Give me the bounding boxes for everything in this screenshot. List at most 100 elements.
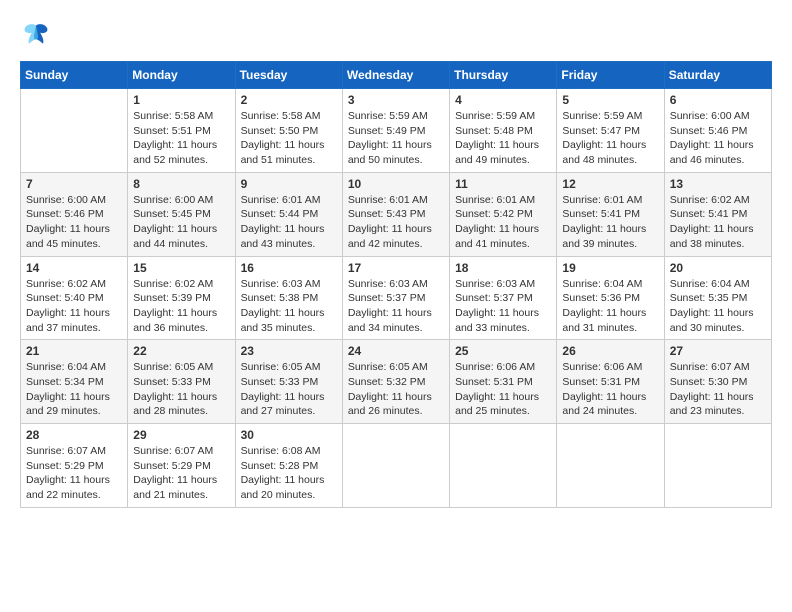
day-info: Sunrise: 6:01 AM Sunset: 5:41 PM Dayligh… [562,193,658,252]
day-number: 4 [455,93,551,107]
calendar-cell: 7 Sunrise: 6:00 AM Sunset: 5:46 PM Daylig… [21,172,128,256]
day-number: 2 [241,93,337,107]
calendar-cell: 29Sunrise: 6:07 AM Sunset: 5:29 PM Dayli… [128,424,235,508]
day-info: Sunrise: 6:01 AM Sunset: 5:43 PM Dayligh… [348,193,444,252]
calendar-cell: 14 Sunrise: 6:02 AM Sunset: 5:40 PM Dayli… [21,256,128,340]
calendar-table: SundayMondayTuesdayWednesdayThursdayFrid… [20,61,772,508]
day-number: 19 [562,261,658,275]
calendar-cell: 17Sunrise: 6:03 AM Sunset: 5:37 PM Dayli… [342,256,449,340]
calendar-cell: 10 Sunrise: 6:01 AM Sunset: 5:43 PM Dayli… [342,172,449,256]
day-number: 5 [562,93,658,107]
day-number: 13 [670,177,766,191]
day-number: 22 [133,344,229,358]
day-info: Sunrise: 5:59 AM Sunset: 5:49 PM Dayligh… [348,109,444,168]
calendar-week-row: 21 Sunrise: 6:04 AM Sunset: 5:34 PM Dayli… [21,340,772,424]
calendar-week-row: 1 Sunrise: 5:58 AM Sunset: 5:51 PM Daylig… [21,89,772,173]
calendar-cell: 26 Sunrise: 6:06 AM Sunset: 5:31 PM Dayli… [557,340,664,424]
day-info: Sunrise: 6:05 AM Sunset: 5:33 PM Dayligh… [133,360,229,419]
day-number: 18 [455,261,551,275]
calendar-cell: 21 Sunrise: 6:04 AM Sunset: 5:34 PM Dayli… [21,340,128,424]
calendar-week-row: 14 Sunrise: 6:02 AM Sunset: 5:40 PM Dayli… [21,256,772,340]
day-number: 12 [562,177,658,191]
day-number: 14 [26,261,122,275]
calendar-cell: 8Sunrise: 6:00 AM Sunset: 5:45 PM Daylig… [128,172,235,256]
day-info: Sunrise: 6:01 AM Sunset: 5:42 PM Dayligh… [455,193,551,252]
calendar-cell: 27 Sunrise: 6:07 AM Sunset: 5:30 PM Dayli… [664,340,771,424]
day-info: Sunrise: 5:58 AM Sunset: 5:51 PM Dayligh… [133,109,229,168]
calendar-cell: 20 Sunrise: 6:04 AM Sunset: 5:35 PM Dayli… [664,256,771,340]
day-info: Sunrise: 6:08 AM Sunset: 5:28 PM Dayligh… [241,444,337,503]
calendar-cell: 11 Sunrise: 6:01 AM Sunset: 5:42 PM Dayli… [450,172,557,256]
calendar-cell: 4 Sunrise: 5:59 AM Sunset: 5:48 PM Daylig… [450,89,557,173]
day-number: 29 [133,428,229,442]
calendar-cell [664,424,771,508]
calendar-cell: 3 Sunrise: 5:59 AM Sunset: 5:49 PM Daylig… [342,89,449,173]
calendar-cell: 16 Sunrise: 6:03 AM Sunset: 5:38 PM Dayli… [235,256,342,340]
day-info: Sunrise: 6:07 AM Sunset: 5:30 PM Dayligh… [670,360,766,419]
calendar-cell: 28 Sunrise: 6:07 AM Sunset: 5:29 PM Dayli… [21,424,128,508]
calendar-cell: 15Sunrise: 6:02 AM Sunset: 5:39 PM Dayli… [128,256,235,340]
column-header-monday: Monday [128,62,235,89]
day-number: 10 [348,177,444,191]
calendar-cell [21,89,128,173]
day-info: Sunrise: 6:07 AM Sunset: 5:29 PM Dayligh… [26,444,122,503]
day-number: 16 [241,261,337,275]
day-number: 23 [241,344,337,358]
day-number: 17 [348,261,444,275]
day-info: Sunrise: 6:00 AM Sunset: 5:46 PM Dayligh… [670,109,766,168]
logo [20,20,54,53]
day-number: 9 [241,177,337,191]
calendar-cell [342,424,449,508]
day-info: Sunrise: 6:04 AM Sunset: 5:34 PM Dayligh… [26,360,122,419]
column-header-wednesday: Wednesday [342,62,449,89]
day-info: Sunrise: 6:03 AM Sunset: 5:37 PM Dayligh… [455,277,551,336]
calendar-cell: 19 Sunrise: 6:04 AM Sunset: 5:36 PM Dayli… [557,256,664,340]
column-header-thursday: Thursday [450,62,557,89]
day-number: 11 [455,177,551,191]
day-number: 1 [133,93,229,107]
day-info: Sunrise: 6:06 AM Sunset: 5:31 PM Dayligh… [455,360,551,419]
column-header-saturday: Saturday [664,62,771,89]
day-info: Sunrise: 6:05 AM Sunset: 5:32 PM Dayligh… [348,360,444,419]
day-number: 27 [670,344,766,358]
day-number: 25 [455,344,551,358]
day-number: 20 [670,261,766,275]
day-info: Sunrise: 6:01 AM Sunset: 5:44 PM Dayligh… [241,193,337,252]
column-header-tuesday: Tuesday [235,62,342,89]
calendar-cell: 13 Sunrise: 6:02 AM Sunset: 5:41 PM Dayli… [664,172,771,256]
calendar-cell: 12 Sunrise: 6:01 AM Sunset: 5:41 PM Dayli… [557,172,664,256]
logo-bird-icon [22,20,50,48]
calendar-cell: 25 Sunrise: 6:06 AM Sunset: 5:31 PM Dayli… [450,340,557,424]
day-info: Sunrise: 6:06 AM Sunset: 5:31 PM Dayligh… [562,360,658,419]
calendar-cell [450,424,557,508]
day-number: 28 [26,428,122,442]
calendar-cell: 30 Sunrise: 6:08 AM Sunset: 5:28 PM Dayli… [235,424,342,508]
day-number: 15 [133,261,229,275]
day-info: Sunrise: 6:04 AM Sunset: 5:36 PM Dayligh… [562,277,658,336]
day-number: 30 [241,428,337,442]
day-info: Sunrise: 6:05 AM Sunset: 5:33 PM Dayligh… [241,360,337,419]
day-info: Sunrise: 6:02 AM Sunset: 5:41 PM Dayligh… [670,193,766,252]
calendar-cell: 23 Sunrise: 6:05 AM Sunset: 5:33 PM Dayli… [235,340,342,424]
calendar-cell [557,424,664,508]
day-number: 26 [562,344,658,358]
calendar-cell: 24 Sunrise: 6:05 AM Sunset: 5:32 PM Dayli… [342,340,449,424]
day-info: Sunrise: 6:04 AM Sunset: 5:35 PM Dayligh… [670,277,766,336]
day-info: Sunrise: 5:59 AM Sunset: 5:48 PM Dayligh… [455,109,551,168]
day-number: 7 [26,177,122,191]
column-header-sunday: Sunday [21,62,128,89]
day-info: Sunrise: 6:00 AM Sunset: 5:46 PM Dayligh… [26,193,122,252]
calendar-cell: 9 Sunrise: 6:01 AM Sunset: 5:44 PM Daylig… [235,172,342,256]
calendar-cell: 22 Sunrise: 6:05 AM Sunset: 5:33 PM Dayli… [128,340,235,424]
calendar-week-row: 7 Sunrise: 6:00 AM Sunset: 5:46 PM Daylig… [21,172,772,256]
calendar-cell: 18 Sunrise: 6:03 AM Sunset: 5:37 PM Dayli… [450,256,557,340]
calendar-cell: 5Sunrise: 5:59 AM Sunset: 5:47 PM Daylig… [557,89,664,173]
day-number: 21 [26,344,122,358]
day-info: Sunrise: 6:03 AM Sunset: 5:38 PM Dayligh… [241,277,337,336]
day-number: 3 [348,93,444,107]
page-header [20,20,772,53]
day-number: 24 [348,344,444,358]
day-info: Sunrise: 6:02 AM Sunset: 5:40 PM Dayligh… [26,277,122,336]
column-header-friday: Friday [557,62,664,89]
calendar-header-row: SundayMondayTuesdayWednesdayThursdayFrid… [21,62,772,89]
